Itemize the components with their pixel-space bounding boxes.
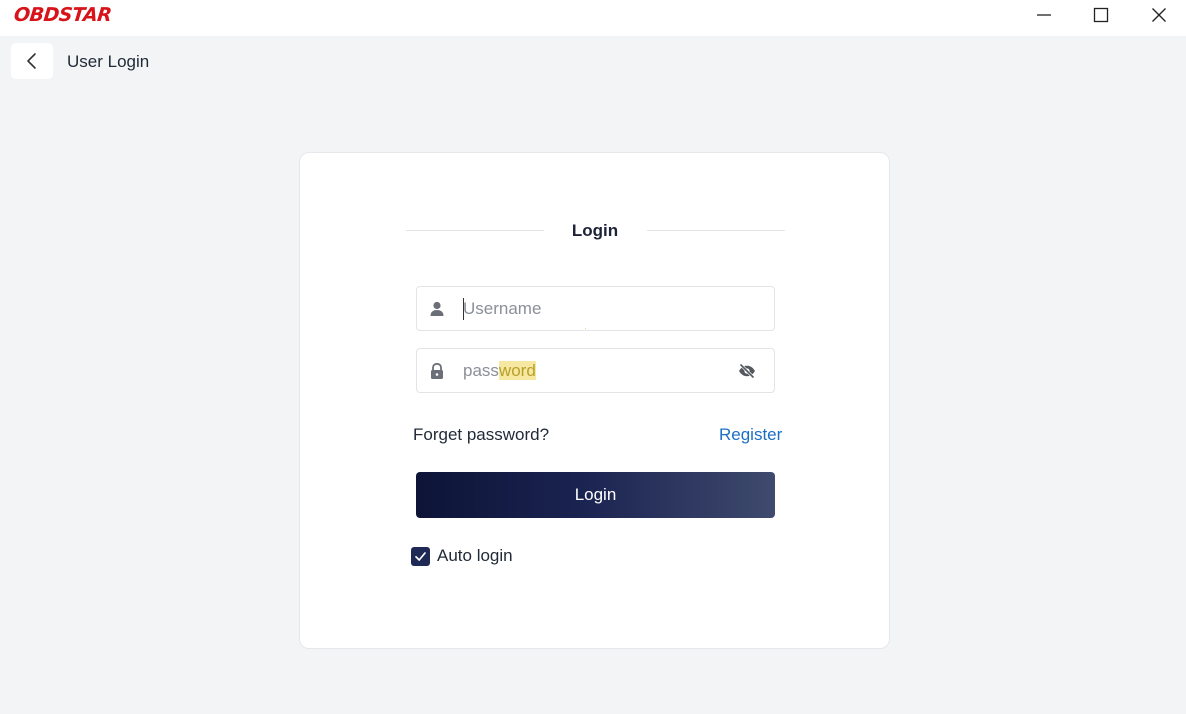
close-button[interactable]	[1136, 0, 1182, 30]
close-icon	[1152, 8, 1166, 22]
lock-icon	[431, 362, 443, 379]
auto-login-checkbox[interactable]: Auto login	[411, 546, 513, 566]
checkbox-checked[interactable]	[411, 546, 430, 566]
auto-login-label: Auto login	[437, 546, 513, 565]
app-window: OBDSTAR User Login Login Username passwo…	[0, 0, 1186, 714]
title-bar: OBDSTAR	[0, 0, 1186, 36]
maximize-button[interactable]	[1078, 0, 1124, 30]
minimize-icon	[1037, 14, 1051, 16]
username-field[interactable]: Username	[416, 286, 775, 331]
password-placeholder-part1: pass	[463, 361, 499, 380]
username-placeholder: Username	[463, 299, 542, 318]
checkmark-icon	[415, 551, 426, 561]
artifact-dot	[585, 328, 586, 329]
login-card: Login Username password Forget password?…	[299, 152, 890, 649]
maximize-icon	[1093, 7, 1109, 23]
page-title: User Login	[67, 52, 150, 71]
heading-divider-right	[647, 230, 785, 231]
eye-off-icon[interactable]	[737, 362, 757, 380]
back-button[interactable]	[11, 43, 53, 79]
chevron-left-icon	[27, 53, 36, 69]
heading-divider-left	[406, 230, 544, 231]
forget-password-link[interactable]: Forget password?	[413, 425, 549, 445]
register-link[interactable]: Register	[719, 425, 782, 445]
minimize-button[interactable]	[1021, 0, 1067, 30]
password-placeholder-part2: word	[498, 361, 536, 380]
login-heading: Login	[571, 221, 619, 240]
password-field[interactable]: password	[416, 348, 775, 393]
user-icon	[430, 301, 444, 316]
password-placeholder: password	[463, 361, 536, 381]
login-button[interactable]: Login	[416, 472, 775, 518]
obdstar-logo: OBDSTAR	[12, 4, 113, 26]
